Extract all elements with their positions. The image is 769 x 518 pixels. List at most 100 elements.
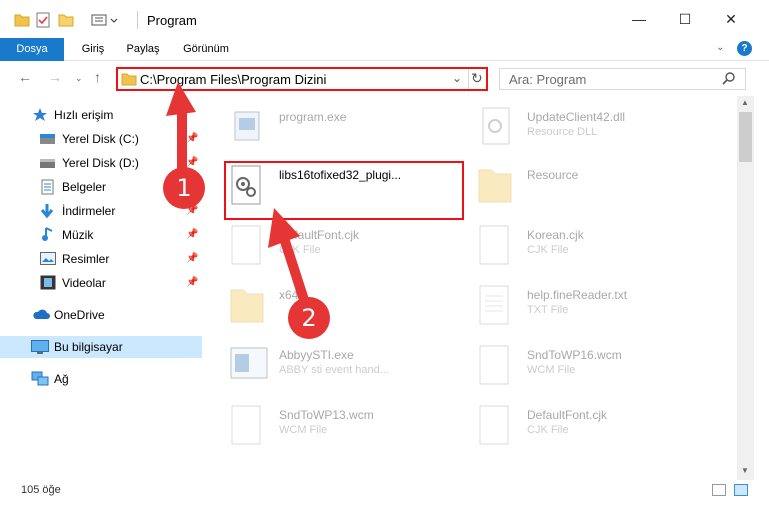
properties-icon[interactable]	[36, 11, 50, 29]
details-view-icon[interactable]	[712, 484, 726, 496]
file-icon	[477, 404, 513, 448]
file-icon	[477, 344, 513, 388]
file-name: SndToWP16.wcm	[527, 348, 622, 362]
sidebar-item-this-pc[interactable]: Bu bilgisayar	[0, 336, 202, 358]
file-type: CJK File	[527, 244, 569, 256]
folder-icon	[229, 284, 265, 328]
file-icon	[229, 404, 265, 448]
sidebar-item-label: OneDrive	[54, 308, 105, 322]
sidebar-item-videos[interactable]: Videolar 📌	[0, 272, 202, 294]
customize-toolbar-icon[interactable]	[91, 11, 121, 29]
scroll-down-icon[interactable]: ▼	[741, 466, 749, 475]
step-marker-1: 1	[163, 167, 205, 209]
status-bar: 105 öğe	[0, 480, 769, 502]
file-type: Resource DLL	[527, 126, 598, 138]
file-name: AbbyySTI.exe	[279, 348, 354, 362]
file-name: Resource	[527, 168, 579, 182]
recent-locations-icon[interactable]: ⌄	[75, 73, 83, 84]
sidebar-item-label: Hızlı erişim	[54, 108, 114, 122]
file-type: CJK File	[527, 424, 569, 436]
navigation-bar: ← → ⌄ ↑ C:\Program Files\Program Dizini …	[0, 61, 769, 96]
sidebar-item-label: Videolar	[62, 276, 106, 290]
back-arrow-icon[interactable]: ←	[18, 69, 32, 85]
item-count: 105 öğe	[21, 484, 61, 496]
file-item[interactable]: DefaultFont.cjk CJK File	[229, 224, 469, 272]
file-type: WCM File	[527, 364, 576, 376]
file-icon	[477, 224, 513, 268]
new-folder-icon[interactable]	[58, 11, 74, 29]
sidebar-item-label: Ağ	[54, 372, 69, 386]
txt-icon	[477, 284, 513, 328]
sidebar-item-pictures[interactable]: Resimler 📌	[0, 248, 202, 270]
pin-icon[interactable]: 📌	[186, 229, 198, 240]
file-item[interactable]: Resource	[477, 164, 717, 212]
sidebar-item-label: Yerel Disk (D:)	[62, 156, 139, 170]
network-icon	[31, 371, 49, 386]
file-item[interactable]: help.fineReader.txt TXT File	[477, 284, 717, 332]
file-item[interactable]: DefaultFont.cjk CJK File	[477, 404, 717, 452]
file-name: SndToWP13.wcm	[279, 408, 374, 422]
scroll-up-icon[interactable]: ▲	[741, 98, 749, 107]
vertical-scrollbar[interactable]: ▲ ▼	[737, 96, 754, 480]
sidebar-item-label: Bu bilgisayar	[54, 340, 123, 354]
step-marker-2: 2	[288, 297, 330, 339]
scroll-thumb[interactable]	[739, 112, 752, 162]
file-item[interactable]: x64	[229, 284, 469, 332]
file-item[interactable]: SndToWP16.wcm WCM File	[477, 344, 717, 392]
window-title: Program	[147, 13, 197, 28]
address-dropdown-icon[interactable]: ⌄	[452, 71, 462, 85]
folder-icon	[477, 164, 513, 208]
file-item[interactable]: SndToWP13.wcm WCM File	[229, 404, 469, 452]
pin-icon[interactable]: 📌	[186, 253, 198, 264]
title-separator	[137, 11, 138, 29]
forward-arrow-icon[interactable]: →	[48, 69, 62, 85]
search-box[interactable]: Ara: Program	[499, 68, 746, 90]
file-item[interactable]: program.exe	[229, 106, 469, 154]
tab-file[interactable]: Dosya	[0, 38, 64, 61]
sidebar-item-music[interactable]: Müzik 📌	[0, 224, 202, 246]
refresh-icon[interactable]: ↻	[471, 70, 483, 87]
search-input[interactable]: Ara: Program	[509, 72, 586, 87]
file-name: UpdateClient42.dll	[527, 110, 626, 124]
file-type: TXT File	[527, 304, 569, 316]
sidebar-item-onedrive[interactable]: OneDrive	[0, 304, 202, 326]
file-type: WCM File	[279, 424, 328, 436]
pin-icon[interactable]: 📌	[186, 277, 198, 288]
address-divider	[468, 69, 469, 89]
sidebar-item-label: İndirmeler	[62, 204, 116, 218]
file-name: Korean.cjk	[527, 228, 584, 242]
folder-icon[interactable]	[14, 11, 30, 29]
search-icon[interactable]	[722, 71, 736, 88]
videos-icon	[40, 275, 56, 290]
window-bottom-edge	[0, 502, 769, 518]
close-button[interactable]: ✕	[708, 0, 754, 38]
sidebar-item-network[interactable]: Ağ	[0, 368, 202, 390]
file-highlight-box	[224, 161, 464, 220]
exe-icon	[229, 106, 265, 150]
sidebar-item-label: Müzik	[62, 228, 94, 242]
drive-icon	[40, 157, 56, 171]
help-icon[interactable]: ?	[737, 41, 752, 56]
file-name: help.fineReader.txt	[527, 288, 628, 302]
tab-home[interactable]: Giriş	[72, 38, 114, 61]
drive-icon	[40, 133, 56, 147]
file-name: DefaultFont.cjk	[527, 408, 608, 422]
large-icons-view-icon[interactable]	[734, 484, 748, 496]
sidebar-item-label: Resimler	[62, 252, 110, 266]
documents-icon	[41, 179, 57, 195]
file-item[interactable]: Korean.cjk CJK File	[477, 224, 717, 272]
file-item[interactable]: UpdateClient42.dll Resource DLL	[477, 106, 717, 154]
tab-share[interactable]: Paylaş	[120, 38, 166, 61]
dll-icon	[477, 106, 513, 150]
music-icon	[41, 226, 57, 241]
file-item[interactable]: AbbyySTI.exe ABBY sti event hand...	[229, 344, 469, 392]
file-type: ABBY sti event hand...	[279, 364, 389, 376]
minimize-button[interactable]: —	[616, 0, 662, 38]
file-name: program.exe	[279, 110, 347, 124]
tab-view[interactable]: Görünüm	[176, 38, 236, 61]
expand-ribbon-icon[interactable]: ⌄	[716, 42, 724, 53]
maximize-button[interactable]: ☐	[662, 0, 708, 38]
app-icon	[229, 344, 268, 388]
arrow-annotation-2	[268, 208, 311, 308]
up-arrow-icon[interactable]: ↑	[94, 69, 101, 85]
